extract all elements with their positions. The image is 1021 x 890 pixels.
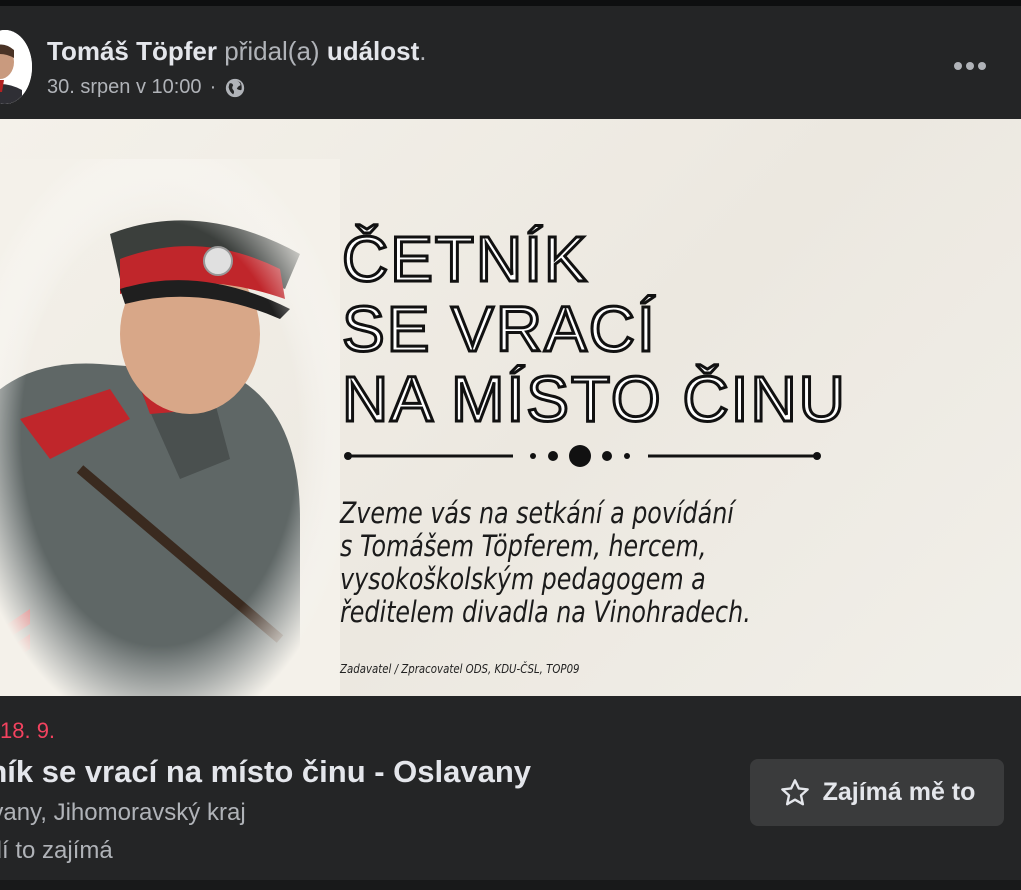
action-verb: přidal(a) (224, 36, 320, 66)
author-name[interactable]: Tomáš Töpfer (47, 36, 217, 66)
event-date: 18. 9. (0, 718, 56, 743)
meta-separator: · (209, 76, 217, 98)
interested-button-label: Zajímá mě to (822, 778, 976, 806)
event-cover-image[interactable]: ČETNÍK SE VRACÍ NA MÍSTO ČINU Zveme vás … (0, 119, 1021, 696)
invite-line: ředitelem divadla na Vinohradech. (340, 595, 751, 629)
invite-line: Zveme vás na setkání a povídání (340, 496, 734, 530)
invite-line: s Tomášem Töpferem, hercem, (340, 529, 707, 563)
banner-title-line-2: SE VRACÍ (341, 293, 657, 366)
event-post-card: Tomáš Töpfer přidal(a) událost. 30. srpe… (0, 6, 1021, 880)
banner-title-line-1: ČETNÍK (341, 223, 589, 296)
post-timestamp[interactable]: 30. srpen v 10:00 (47, 76, 202, 99)
more-options-icon[interactable] (950, 58, 990, 74)
ornament-divider (344, 445, 821, 467)
star-outline-icon (780, 778, 809, 805)
invite-line: vysokoškolským pedagogem a (340, 562, 706, 596)
author-avatar[interactable] (0, 30, 32, 104)
interested-button[interactable]: Zajímá mě to (750, 759, 1004, 826)
globe-icon[interactable] (224, 77, 246, 99)
gendarme-portrait-image (0, 159, 340, 696)
event-interest-count: lidí to zajímá (0, 837, 113, 864)
banner-sponsor-note: Zadavatel / Zpracovatel ODS, KDU-ČSL, TO… (340, 662, 580, 676)
action-suffix: . (419, 36, 427, 66)
bottom-edge (0, 880, 1021, 890)
event-title[interactable]: tník se vrací na místo činu - Oslavany (0, 754, 531, 790)
banner-title-line-3: NA MÍSTO ČINU (341, 363, 847, 436)
post-header-line: Tomáš Töpfer přidal(a) událost. (47, 36, 427, 67)
event-location[interactable]: avany, Jihomoravský kraj (0, 799, 246, 827)
banner-invitation-text: Zveme vás na setkání a povídání s Tomáše… (340, 497, 766, 629)
action-object-link[interactable]: událost (327, 36, 419, 66)
post-meta: 30. srpen v 10:00 · (47, 76, 246, 99)
